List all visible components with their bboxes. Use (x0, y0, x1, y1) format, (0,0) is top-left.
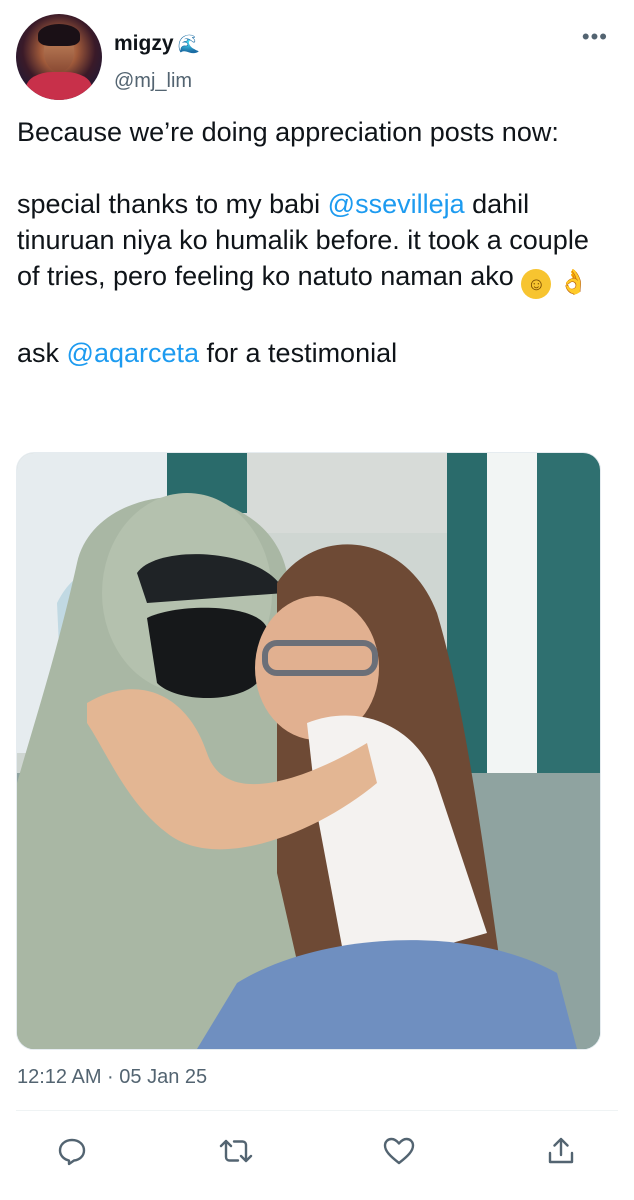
mention-link-ssevilleja[interactable]: @ssevilleja (328, 189, 465, 219)
photo-illustration (17, 453, 600, 1049)
reply-icon (58, 1138, 86, 1166)
share-button[interactable] (543, 1133, 579, 1169)
tweet-text-segment: for a testimonial (199, 338, 398, 368)
share-icon (548, 1137, 574, 1164)
display-name-text[interactable]: migzy (114, 32, 174, 55)
tweet-timestamp[interactable]: 12:12 AM · 05 Jan 25 (17, 1066, 207, 1089)
face-mask (147, 607, 267, 698)
mention-link-aqarceta[interactable]: @aqarceta (67, 338, 199, 368)
smiling-face-emoji-icon: ☺ (521, 269, 552, 299)
ok-hand-emoji-icon: 👌 (558, 269, 589, 296)
reply-button[interactable] (54, 1133, 90, 1169)
more-options-icon[interactable]: ••• (582, 26, 608, 48)
wave-emoji-icon: 🌊 (177, 34, 200, 54)
display-name[interactable]: migzy 🌊 (114, 32, 200, 56)
like-button[interactable] (381, 1133, 417, 1169)
tweet-header: migzy 🌊 @mj_lim ••• (16, 14, 616, 100)
divider (16, 1110, 618, 1111)
tweet-body: Because we’re doing appreciation posts n… (17, 114, 617, 371)
tweet-text-segment: ask (17, 338, 67, 368)
avatar-hair (38, 24, 80, 46)
user-handle[interactable]: @mj_lim (114, 70, 192, 93)
retweet-button[interactable] (218, 1133, 254, 1169)
tweet-paragraph-3: ask @aqarceta for a testimonial (17, 335, 617, 371)
wall-back (247, 453, 447, 533)
tweet-media-photo[interactable] (16, 452, 601, 1050)
tweet-paragraph-2: special thanks to my babi @ssevilleja da… (17, 186, 617, 299)
retweet-icon (219, 1139, 253, 1163)
avatar-shirt (26, 72, 92, 100)
avatar[interactable] (16, 14, 102, 100)
tweet-line-1: Because we’re doing appreciation posts n… (17, 117, 559, 147)
heart-icon (383, 1137, 415, 1165)
tweet-text-segment: special thanks to my babi (17, 189, 328, 219)
